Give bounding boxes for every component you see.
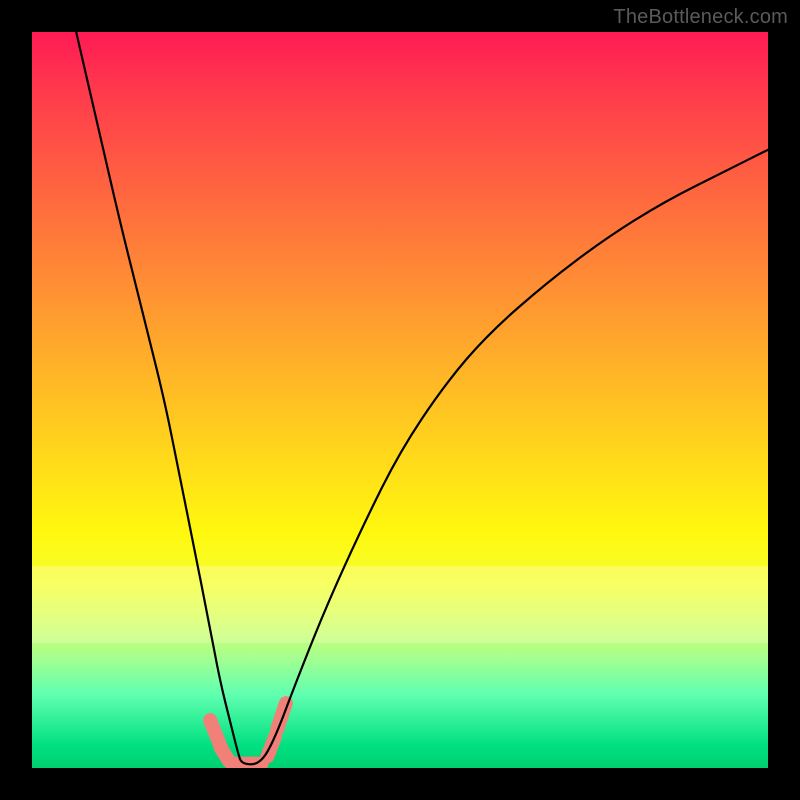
curve-layer: [32, 32, 768, 768]
bottleneck-curve: [76, 32, 768, 764]
plot-area: [32, 32, 768, 768]
watermark-text: TheBottleneck.com: [613, 6, 788, 29]
trough-markers: [210, 703, 286, 763]
chart-frame: TheBottleneck.com: [0, 0, 800, 800]
